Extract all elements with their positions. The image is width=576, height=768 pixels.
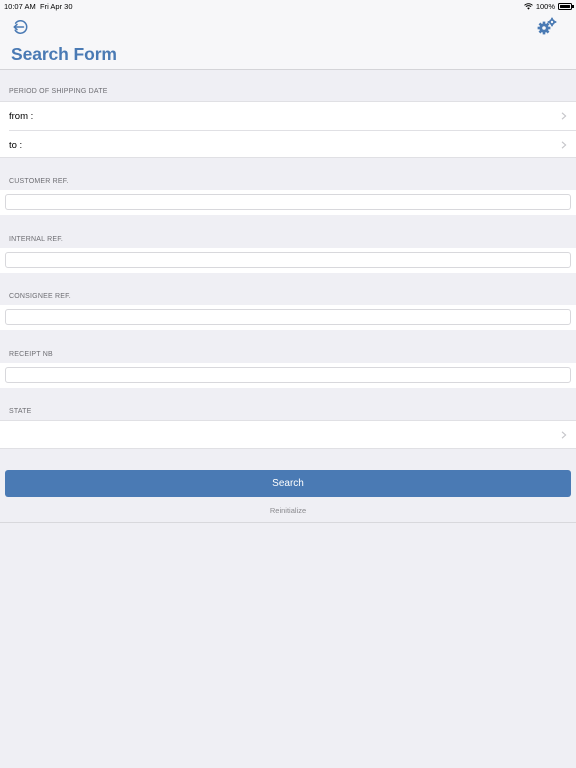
consignee-ref-input[interactable] [5, 309, 571, 325]
status-indicators: 100% [523, 1, 574, 11]
battery-percentage: 100% [535, 1, 555, 11]
customer-ref-input[interactable] [5, 194, 571, 210]
internal-ref-row [0, 248, 576, 273]
receipt-nb-input[interactable] [5, 367, 571, 383]
shipping-period-header: PERIOD OF SHIPPING DATE [9, 88, 108, 95]
customer-ref-header: CUSTOMER REF. [9, 178, 69, 185]
to-date-row[interactable]: to : [0, 131, 576, 158]
shipping-period-group: from : to : [0, 101, 576, 158]
internal-ref-input[interactable] [5, 252, 571, 268]
page-title: Search Form [11, 44, 117, 64]
search-button[interactable]: Search [5, 470, 571, 497]
battery-icon [558, 2, 574, 10]
chevron-right-icon [561, 112, 567, 120]
to-label: to : [9, 140, 23, 151]
receipt-nb-header: RECEIPT NB [9, 351, 53, 358]
wifi-icon [523, 2, 533, 10]
status-bar: 10:07 AM Fri Apr 30 100% [0, 0, 576, 12]
status-date: Fri Apr 30 [40, 2, 73, 11]
internal-ref-header: INTERNAL REF. [9, 236, 64, 243]
battery-level [560, 4, 570, 8]
chevron-right-icon [561, 141, 567, 149]
search-form-screen: 10:07 AM Fri Apr 30 100% Search Form PER… [0, 0, 576, 768]
state-header: STATE [9, 408, 32, 415]
consignee-ref-row [0, 305, 576, 330]
from-label: from : [9, 111, 34, 122]
status-time: 10:07 AM [4, 2, 36, 11]
bottom-divider [0, 522, 576, 523]
receipt-nb-row [0, 363, 576, 388]
state-selector-row[interactable] [0, 420, 576, 449]
chevron-right-icon [561, 431, 567, 439]
gears-icon[interactable] [537, 17, 557, 35]
from-date-row[interactable]: from : [0, 102, 576, 130]
back-arrow-circle-icon[interactable] [10, 17, 30, 37]
customer-ref-row [0, 190, 576, 215]
navigation-bar: Search Form [0, 12, 576, 70]
reinitialize-link[interactable]: Reinitialize [0, 506, 576, 515]
consignee-ref-header: CONSIGNEE REF. [9, 293, 71, 300]
